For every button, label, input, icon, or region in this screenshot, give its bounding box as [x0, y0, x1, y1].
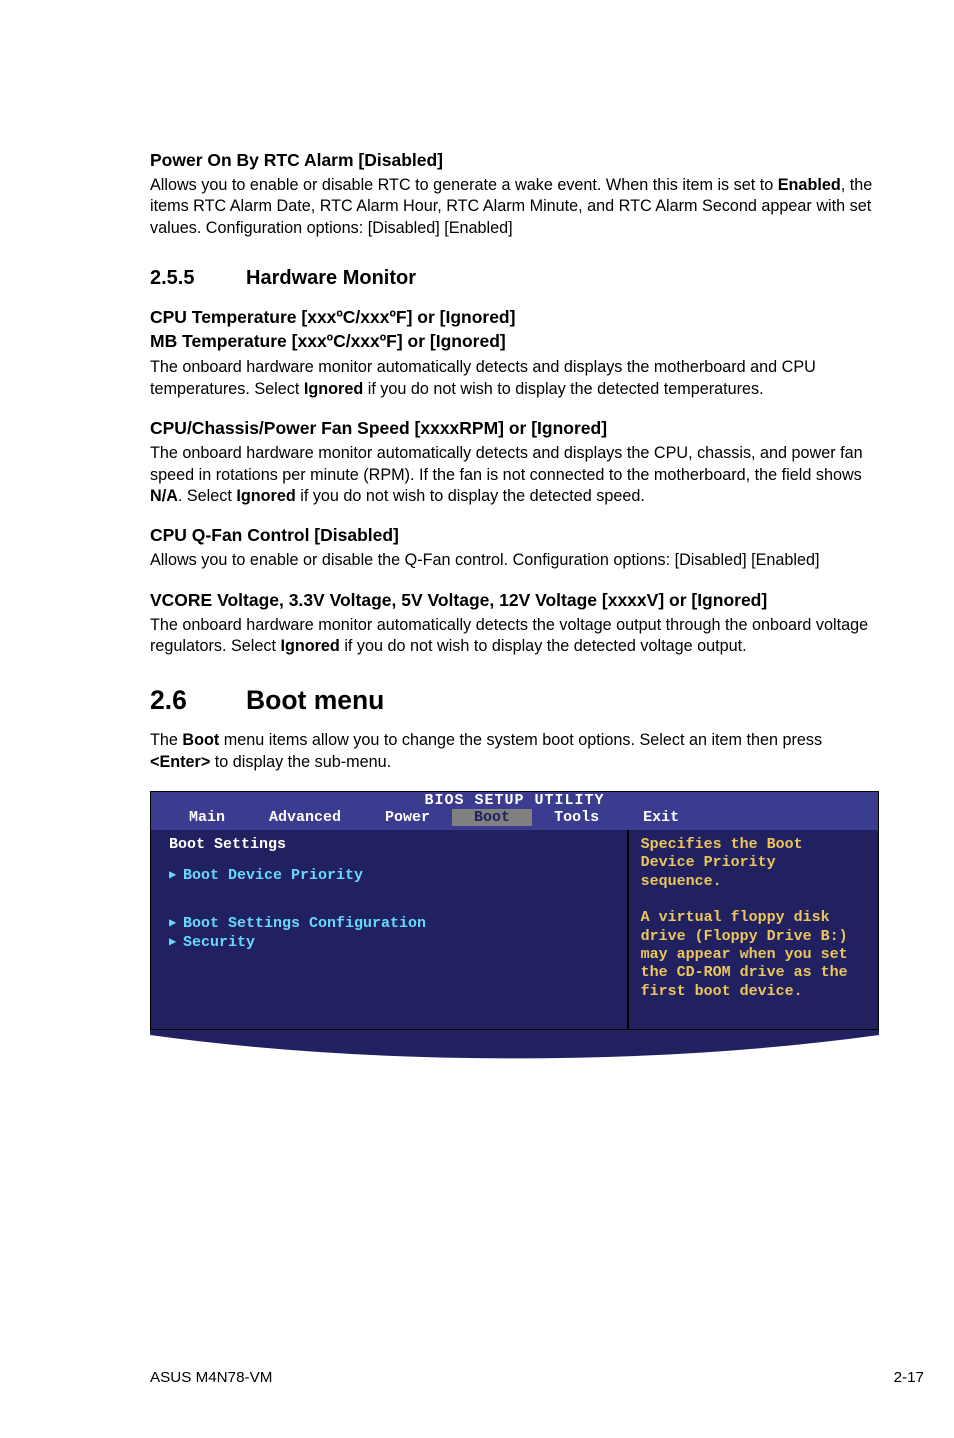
heading-power-on-rtc: Power On By RTC Alarm [Disabled]	[150, 150, 879, 171]
mb-temp-line: MB Temperature [xxxºC/xxxºF] or [Ignored…	[150, 331, 506, 351]
para-fan-speed: The onboard hardware monitor automatical…	[150, 443, 879, 507]
bios-help-line: may appear when you set	[641, 946, 866, 964]
tab-tools[interactable]: Tools	[532, 809, 621, 826]
chapter-title: Boot menu	[246, 685, 384, 715]
bios-body: Boot Settings ▶Boot Device Priority ▶Boo…	[151, 830, 878, 1029]
heading-hardware-monitor: 2.5.5Hardware Monitor	[150, 267, 879, 290]
triangle-icon: ▶	[169, 915, 183, 930]
bios-help-line: A virtual floppy disk	[641, 909, 866, 927]
bios-title: BIOS SETUP UTILITY	[151, 792, 878, 809]
para-qfan: Allows you to enable or disable the Q-Fa…	[150, 550, 879, 571]
triangle-icon: ▶	[169, 867, 183, 882]
chapter-number: 2.6	[150, 685, 246, 716]
tab-main[interactable]: Main	[167, 809, 247, 826]
bios-help-line	[641, 891, 866, 909]
bios-item-boot-device-priority[interactable]: ▶Boot Device Priority	[169, 867, 609, 884]
footer-left: ASUS M4N78-VM	[150, 1369, 272, 1386]
bios-help-line: drive (Floppy Drive B:)	[641, 928, 866, 946]
tab-boot[interactable]: Boot	[452, 809, 532, 826]
para-vcore: The onboard hardware monitor automatical…	[150, 615, 879, 658]
heading-boot-menu: 2.6Boot menu	[150, 685, 879, 716]
bios-boot-settings-heading: Boot Settings	[169, 836, 286, 853]
tab-exit[interactable]: Exit	[621, 809, 701, 826]
bios-item-security[interactable]: ▶Security	[169, 934, 609, 951]
heading-cpu-mb-temp: CPU Temperature [xxxºC/xxxºF] or [Ignore…	[150, 306, 879, 353]
bios-curve-bottom	[150, 1030, 879, 1060]
bios-help-line: Device Priority	[641, 854, 866, 872]
page-footer: ASUS M4N78-VM 2-17	[150, 1369, 924, 1386]
heading-vcore: VCORE Voltage, 3.3V Voltage, 5V Voltage,…	[150, 590, 879, 611]
bios-help-line: sequence.	[641, 873, 866, 891]
heading-fan-speed: CPU/Chassis/Power Fan Speed [xxxxRPM] or…	[150, 418, 879, 439]
bios-help-line: the CD-ROM drive as the	[641, 964, 866, 982]
bios-screenshot: BIOS SETUP UTILITY Main Advanced Power B…	[150, 791, 879, 1030]
section-number: 2.5.5	[150, 267, 246, 290]
footer-page-number: 2-17	[894, 1369, 924, 1386]
bios-help-line: first boot device.	[641, 983, 866, 1001]
cpu-temp-line: CPU Temperature [xxxºC/xxxºF] or [Ignore…	[150, 307, 515, 327]
bios-item-boot-settings-config[interactable]: ▶Boot Settings Configuration	[169, 915, 609, 932]
para-cpu-mb-temp: The onboard hardware monitor automatical…	[150, 357, 879, 400]
para-power-on-rtc: Allows you to enable or disable RTC to g…	[150, 175, 879, 239]
tab-power[interactable]: Power	[363, 809, 452, 826]
bios-left-pane: Boot Settings ▶Boot Device Priority ▶Boo…	[151, 830, 629, 1029]
section-title: Hardware Monitor	[246, 267, 416, 289]
bios-help-pane: Specifies the Boot Device Priority seque…	[629, 830, 878, 1029]
heading-qfan: CPU Q-Fan Control [Disabled]	[150, 525, 879, 546]
para-boot-menu: The Boot menu items allow you to change …	[150, 730, 879, 773]
tab-advanced[interactable]: Advanced	[247, 809, 363, 826]
triangle-icon: ▶	[169, 934, 183, 949]
bios-help-line: Specifies the Boot	[641, 836, 866, 854]
bios-tabs: Main Advanced Power Boot Tools Exit	[151, 809, 878, 830]
